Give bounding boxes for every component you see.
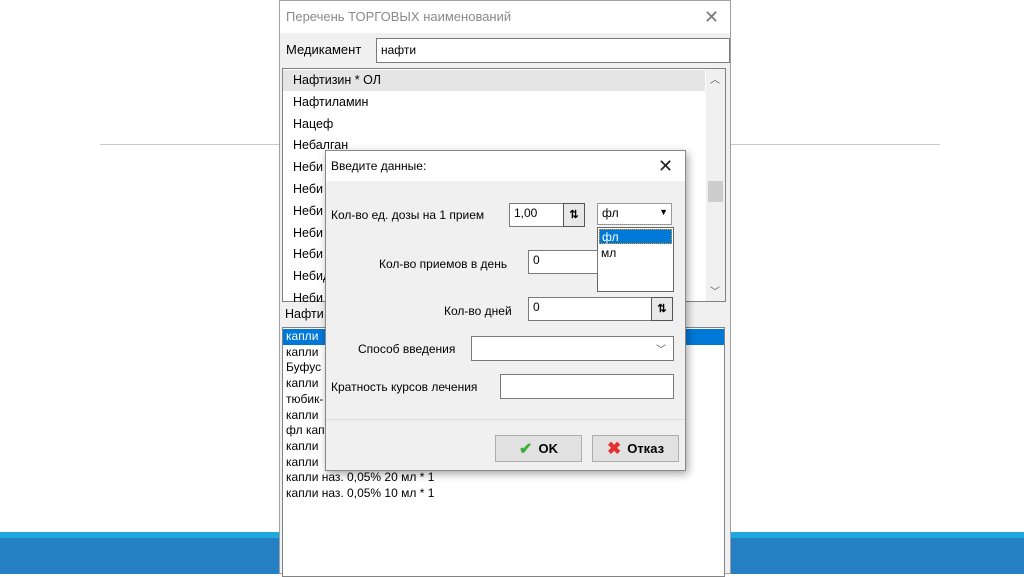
trade-name-item[interactable]: Неби: [293, 182, 323, 196]
medicament-label: Медикамент: [286, 42, 362, 57]
form-item[interactable]: капли наз. 0,05% 20 мл * 1: [286, 470, 434, 484]
trade-name-item[interactable]: Неби: [293, 247, 323, 261]
trade-name-item[interactable]: Неби: [293, 160, 323, 174]
route-combo[interactable]: [471, 336, 674, 361]
dose-input[interactable]: 1,00: [509, 203, 567, 227]
form-item[interactable]: фл кап: [286, 423, 325, 437]
unit-option[interactable]: мл: [601, 246, 616, 260]
unit-value: фл: [602, 206, 619, 220]
scroll-up-icon[interactable]: ︿: [710, 71, 720, 86]
dropdown-arrow-icon[interactable]: ▼: [659, 207, 668, 217]
ok-button[interactable]: ✔ OK: [495, 435, 582, 462]
window-titlebar: Перечень ТОРГОВЫХ наименований ✕: [280, 1, 730, 33]
dialog-titlebar: Введите данные: ✕: [326, 151, 685, 181]
cancel-button[interactable]: ✖ Отказ: [592, 435, 679, 462]
dialog-separator: [326, 419, 685, 420]
courses-label: Кратность курсов лечения: [331, 380, 478, 394]
trade-name-item[interactable]: Неби: [293, 226, 323, 240]
dialog-title: Введите данные:: [331, 159, 427, 173]
form-item[interactable]: тюбик-: [286, 392, 323, 406]
form-item[interactable]: капли: [286, 408, 318, 422]
scroll-down-icon[interactable]: ﹀: [710, 283, 720, 298]
form-item[interactable]: капли наз. 0,05% 10 мл * 1: [286, 486, 434, 500]
dose-label: Кол-во ед. дозы на 1 прием: [331, 208, 485, 222]
ok-label: OK: [538, 441, 558, 456]
dose-spin-icon[interactable]: ⇅: [563, 203, 585, 227]
cancel-label: Отказ: [627, 441, 665, 456]
route-label: Способ введения: [358, 342, 456, 356]
form-item[interactable]: капли: [286, 455, 318, 469]
medicament-input[interactable]: нафти: [376, 38, 730, 63]
form-item[interactable]: капли: [286, 376, 318, 390]
form-item[interactable]: капли: [286, 329, 318, 343]
form-item[interactable]: капли: [286, 439, 318, 453]
chevron-down-icon[interactable]: ﹀: [656, 341, 666, 356]
input-dialog: Введите данные: ✕ Кол-во ед. дозы на 1 п…: [325, 150, 686, 471]
list-scrollbar[interactable]: ︿ ﹀: [706, 69, 725, 301]
per-day-label: Кол-во приемов в день: [379, 257, 508, 271]
days-label: Кол-во дней: [444, 304, 512, 318]
form-item[interactable]: капли: [286, 345, 318, 359]
courses-input[interactable]: [500, 374, 674, 399]
trade-name-item[interactable]: Нафтиламин: [293, 95, 368, 109]
trade-name-item[interactable]: Неби: [293, 291, 323, 305]
window-title: Перечень ТОРГОВЫХ наименований: [286, 9, 512, 24]
section-label: Нафти: [285, 307, 324, 321]
unit-dropdown[interactable]: фл мл: [597, 227, 674, 292]
trade-name-item[interactable]: Нафтизин * ОЛ: [293, 73, 381, 87]
trade-name-item[interactable]: Нацеф: [293, 117, 333, 131]
trade-name-item[interactable]: Неби: [293, 204, 323, 218]
form-item[interactable]: Буфус: [286, 360, 321, 374]
days-spin-icon[interactable]: ⇅: [651, 297, 673, 321]
close-icon[interactable]: ✕: [658, 157, 673, 175]
scroll-thumb[interactable]: [708, 181, 723, 202]
per-day-input[interactable]: 0: [528, 250, 598, 274]
cross-icon: ✖: [606, 438, 622, 458]
unit-combo[interactable]: фл ▼: [597, 203, 672, 225]
unit-option[interactable]: фл: [599, 229, 672, 244]
close-icon[interactable]: ✕: [704, 8, 719, 26]
check-icon: ✔: [519, 440, 533, 458]
